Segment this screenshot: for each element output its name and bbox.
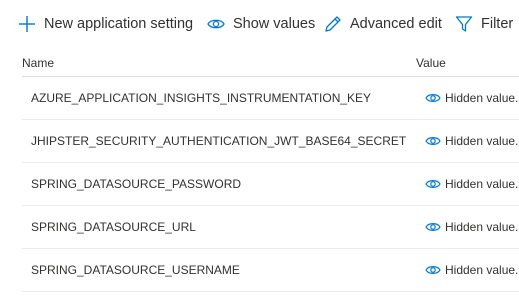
table-row[interactable]: SPRING_DATASOURCE_USERNAME Hidden value. — [22, 249, 519, 292]
new-application-setting-button[interactable]: New application setting — [17, 12, 193, 36]
setting-name: JHIPSTER_SECURITY_AUTHENTICATION_JWT_BAS… — [31, 134, 407, 148]
eye-icon — [206, 14, 226, 34]
hidden-value-text: Hidden value. — [445, 91, 519, 105]
setting-name: SPRING_DATASOURCE_USERNAME — [31, 263, 240, 277]
hidden-value-text: Hidden value. — [445, 177, 519, 191]
filter-icon — [454, 14, 474, 34]
eye-icon — [425, 221, 441, 233]
eye-icon — [425, 135, 441, 147]
name-column-header[interactable]: Name — [22, 56, 54, 70]
setting-name: AZURE_APPLICATION_INSIGHTS_INSTRUMENTATI… — [31, 91, 372, 105]
show-values-button[interactable]: Show values — [206, 12, 315, 36]
table-row[interactable]: SPRING_DATASOURCE_PASSWORD Hidden value. — [22, 163, 519, 206]
table-header: Name Value — [22, 50, 519, 77]
command-bar: New application setting Show values Adva… — [0, 0, 519, 48]
table-row[interactable]: SPRING_DATASOURCE_URL Hidden value. — [22, 206, 519, 249]
value-column-header[interactable]: Value — [416, 56, 446, 70]
app-settings-table: Name Value AZURE_APPLICATION_INSIGHTS_IN… — [22, 50, 519, 292]
eye-icon — [425, 92, 441, 104]
pencil-icon — [323, 14, 343, 34]
hidden-value-link[interactable]: Hidden value. — [425, 220, 518, 234]
hidden-value-link[interactable]: Hidden value. — [425, 263, 518, 277]
hidden-value-link[interactable]: Hidden value. — [425, 91, 518, 105]
hidden-value-link[interactable]: Hidden value. — [425, 177, 518, 191]
eye-icon — [425, 264, 441, 276]
show-values-label: Show values — [233, 16, 316, 32]
table-row[interactable]: JHIPSTER_SECURITY_AUTHENTICATION_JWT_BAS… — [22, 120, 519, 163]
filter-label: Filter — [481, 16, 514, 32]
hidden-value-link[interactable]: Hidden value. — [425, 134, 518, 148]
eye-icon — [425, 178, 441, 190]
table-row[interactable]: AZURE_APPLICATION_INSIGHTS_INSTRUMENTATI… — [22, 77, 519, 120]
hidden-value-text: Hidden value. — [445, 220, 519, 234]
setting-name: SPRING_DATASOURCE_PASSWORD — [31, 177, 242, 191]
new-application-setting-label: New application setting — [44, 16, 194, 32]
advanced-edit-button[interactable]: Advanced edit — [323, 12, 442, 36]
plus-icon — [17, 14, 37, 34]
hidden-value-text: Hidden value. — [445, 263, 519, 277]
advanced-edit-label: Advanced edit — [350, 16, 442, 32]
setting-name: SPRING_DATASOURCE_URL — [31, 220, 196, 234]
hidden-value-text: Hidden value. — [445, 134, 519, 148]
filter-button[interactable]: Filter — [454, 12, 513, 36]
